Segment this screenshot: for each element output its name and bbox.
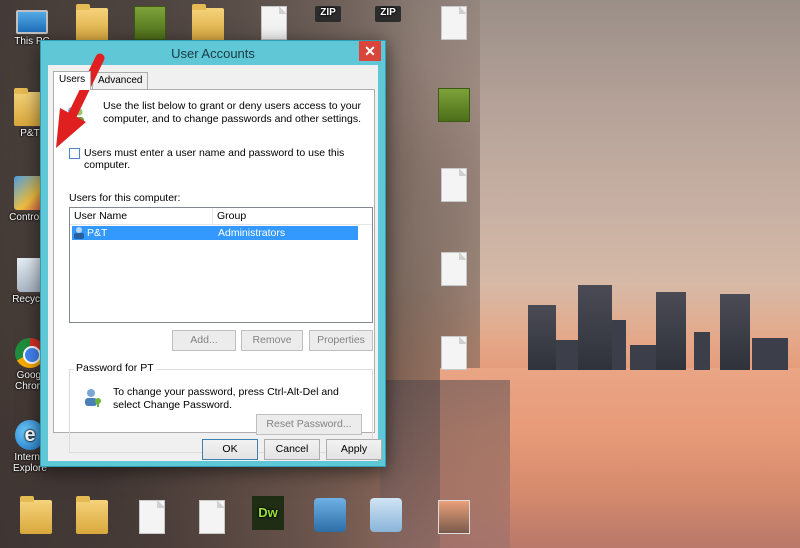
tab-users[interactable]: Users [53,71,92,90]
skyline-building [556,340,578,370]
installer-icon [370,498,402,532]
users-list-label: Users for this computer: [69,192,181,204]
column-header-group[interactable]: Group [217,210,246,222]
document-icon [261,6,287,40]
folder-icon [20,496,52,534]
document-icon [441,252,467,286]
ok-button[interactable]: OK [202,439,258,460]
close-icon: ✕ [364,42,376,59]
skyline-building [578,285,612,370]
folder-icon [76,496,108,534]
properties-button[interactable]: Properties [309,330,373,351]
zip-icon: ZIP [375,6,401,22]
apply-button[interactable]: Apply [326,439,382,460]
skyline-building [630,345,656,370]
password-instructions: To change your password, press Ctrl-Alt-… [113,386,339,411]
desktop-icon-image[interactable] [424,500,484,536]
column-header-user-name[interactable]: User Name [74,210,127,222]
user-group-cell: Administrators [218,227,286,239]
add-user-button[interactable]: Add... [172,330,236,351]
folder-icon [192,4,224,42]
desktop-icon-folder[interactable] [62,4,122,44]
skyline-building [694,332,710,370]
intro-text: Use the list below to grant or deny user… [103,100,361,125]
desktop-icon-folder[interactable] [178,4,238,44]
installer-icon [314,498,346,532]
document-icon [441,336,467,370]
close-button[interactable]: ✕ [359,41,381,61]
desktop-icon-document[interactable] [182,500,242,536]
skyline-building [656,292,686,370]
skyline-building [720,294,750,370]
image-icon [438,500,470,534]
zip-icon: ZIP [315,6,341,22]
desktop-icon-green-file[interactable] [424,88,484,124]
user-icon [74,227,84,239]
desktop-icon-document[interactable] [424,6,484,42]
desktop-icon-dreamweaver[interactable]: Dw [238,496,298,532]
must-login-label[interactable]: Users must enter a user name and passwor… [84,147,374,171]
document-icon [139,500,165,534]
dreamweaver-icon: Dw [252,496,284,530]
desktop-icon-green-file[interactable] [120,6,180,42]
skyline-building [752,338,788,370]
skyline-building [528,305,556,370]
desktop-icon-zip[interactable]: ZIP [358,6,418,24]
file-icon [438,88,470,122]
desktop-icon-document[interactable] [424,168,484,204]
user-name-cell: P&T [87,227,108,239]
desktop-icon-folder[interactable] [6,496,66,536]
column-separator[interactable] [212,209,213,223]
desktop-icon-document[interactable] [244,6,304,42]
user-key-icon [85,389,101,407]
desktop-icon-installer[interactable] [356,498,416,534]
desktop-icon-installer[interactable] [300,498,360,534]
desktop-icon-folder[interactable] [62,496,122,536]
cancel-button[interactable]: Cancel [264,439,320,460]
desktop-icon-zip[interactable]: ZIP [298,6,358,24]
desktop-icon-document[interactable] [122,500,182,536]
folder-icon [76,4,108,42]
desktop-icon-document[interactable] [424,336,484,372]
header-divider [70,224,372,225]
users-list[interactable]: User Name Group P&T Administrators [69,207,373,323]
file-icon [134,6,166,40]
document-icon [441,6,467,40]
table-row[interactable]: P&T Administrators [72,226,358,240]
desktop-icon-document[interactable] [424,252,484,288]
reset-password-button[interactable]: Reset Password... [256,414,362,435]
annotation-arrow-icon [56,53,105,148]
skyline-building [612,320,626,370]
monitor-icon [16,10,48,34]
document-icon [441,168,467,202]
document-icon [199,500,225,534]
remove-user-button[interactable]: Remove [241,330,303,351]
password-group-legend: Password for PT [74,362,156,374]
